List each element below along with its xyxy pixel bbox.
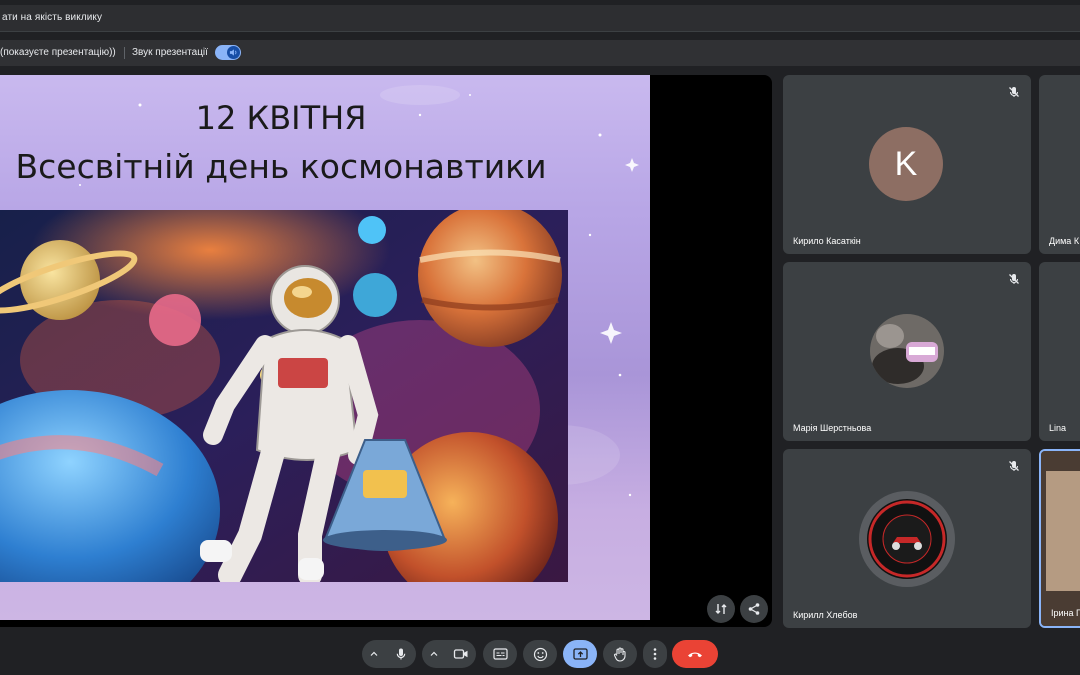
participant-video [1041, 451, 1080, 626]
presentation-sound-toggle[interactable] [215, 45, 241, 60]
chevron-up-icon [430, 651, 438, 656]
mic-off-icon [1009, 87, 1019, 97]
speaker-icon [227, 46, 240, 59]
divider [124, 47, 125, 59]
slide-title-text: Всесвітній день космонавтики [15, 147, 547, 186]
mic-icon [396, 648, 406, 660]
microphone-button[interactable] [386, 640, 416, 668]
presentation-sound-label: Звук презентації [132, 47, 208, 58]
avatar [859, 491, 955, 587]
participant-tile-active-speaker[interactable]: Ірина Г [1039, 449, 1080, 628]
profile-photo [870, 314, 944, 388]
more-options-button[interactable] [643, 640, 667, 668]
reactions-button[interactable] [523, 640, 557, 668]
astronaut-space-illustration [0, 210, 568, 582]
share-stage-button[interactable] [740, 595, 768, 623]
presenting-status-label[interactable]: (показуєте презентацію)) [0, 47, 116, 58]
captions-icon [492, 648, 508, 660]
participant-tile[interactable]: K Кирило Касаткін [783, 75, 1031, 254]
presentation-bar: (показуєте презентацію)) Звук презентаці… [0, 40, 1080, 66]
mic-control-group [362, 640, 416, 668]
avatar: K [869, 127, 943, 201]
participant-name: Кирилл Хлебов [793, 610, 858, 620]
participant-tile[interactable]: Дима К [1039, 75, 1080, 254]
meet-window: ати на якість виклику (показуєте презент… [0, 0, 1080, 675]
camera-button[interactable] [446, 640, 476, 668]
emoji-icon [533, 647, 547, 661]
swap-icon [715, 604, 727, 614]
present-screen-button[interactable] [563, 640, 597, 668]
end-call-icon [688, 652, 702, 658]
more-icon [653, 648, 657, 660]
call-controls-bar [0, 630, 1080, 675]
chevron-up-icon [370, 651, 378, 656]
end-call-button[interactable] [672, 640, 718, 668]
share-icon [748, 603, 760, 615]
swap-layout-button[interactable] [707, 595, 735, 623]
mic-off-icon [1009, 274, 1019, 284]
participant-name: Кирило Касаткін [793, 236, 861, 246]
participant-name: Дима К [1049, 236, 1080, 246]
quality-notice-text: ати на якість виклику [2, 12, 103, 23]
camera-icon [453, 649, 468, 659]
club-logo [867, 499, 947, 579]
participant-tile[interactable]: Марія Шерстньова [783, 262, 1031, 441]
quality-notice-bar[interactable]: ати на якість виклику [0, 5, 1080, 32]
audio-options-button[interactable] [362, 640, 386, 668]
video-options-button[interactable] [422, 640, 446, 668]
mic-off-icon [1009, 461, 1019, 471]
captions-button[interactable] [483, 640, 517, 668]
camera-control-group [422, 640, 476, 668]
participant-tile[interactable]: Lina [1039, 262, 1080, 441]
raise-hand-button[interactable] [603, 640, 637, 668]
presentation-slide: 12 КВІТНЯ Всесвітній день космонавтики [0, 75, 650, 620]
slide-title-date: 12 КВІТНЯ [195, 99, 367, 137]
participant-name: Lina [1049, 423, 1067, 433]
avatar [870, 314, 944, 388]
present-icon [572, 647, 588, 660]
participant-name: Марія Шерстньова [793, 423, 872, 433]
raise-hand-icon [614, 646, 626, 662]
presentation-stage: 12 КВІТНЯ Всесвітній день космонавтики [0, 75, 772, 627]
participant-name: Ірина Г [1051, 608, 1080, 618]
participant-tile[interactable]: Кирилл Хлебов [783, 449, 1031, 628]
